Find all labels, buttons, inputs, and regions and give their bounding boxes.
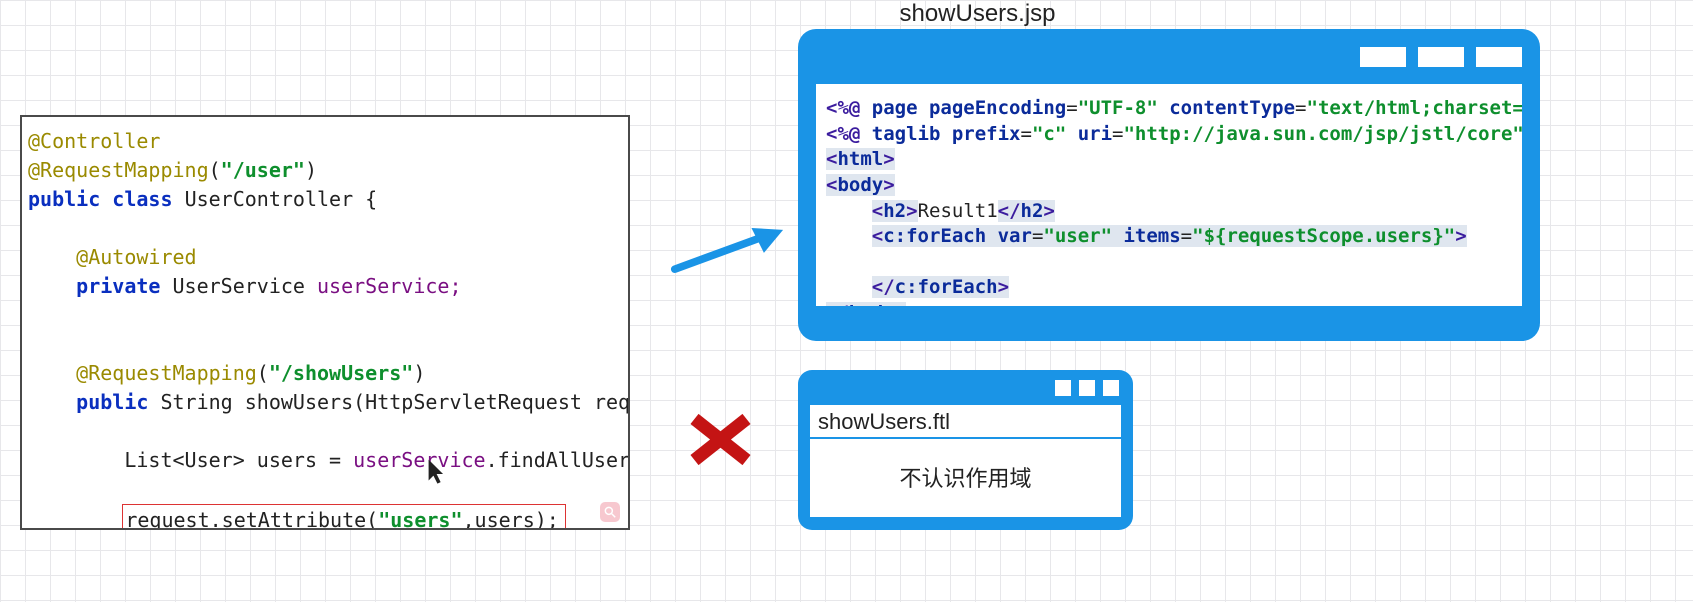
- arrow-icon: [670, 225, 785, 275]
- window-button-max-icon: [1418, 47, 1464, 67]
- diagram-canvas: showUsers.jsp @Controller @RequestMappin…: [0, 0, 1693, 602]
- ftl-file-title: showUsers.ftl: [810, 405, 1121, 437]
- service-field: userService;: [317, 274, 462, 298]
- window-button-close-icon: [1476, 47, 1522, 67]
- annotation-request-mapping-method: @RequestMapping: [76, 361, 257, 385]
- ftl-window-titlebar: [798, 370, 1133, 405]
- setattr-key: "users": [378, 508, 462, 530]
- setattr-suffix: ,users);: [463, 508, 559, 530]
- jsp-file-title: showUsers.jsp: [835, 0, 1120, 28]
- magnifier-icon: [600, 502, 620, 522]
- return-type: String: [160, 390, 232, 414]
- list-declaration: List<User> users =: [124, 448, 353, 472]
- annotation-autowired: @Autowired: [76, 245, 196, 269]
- keyword-class: class: [112, 187, 172, 211]
- annotation-controller: @Controller: [28, 129, 160, 153]
- window-button-max-icon: [1079, 380, 1095, 396]
- jsp-code-body: <%@ page pageEncoding="UTF-8" contentTyp…: [816, 84, 1522, 306]
- keyword-public-2: public: [76, 390, 148, 414]
- window-button-close-icon: [1103, 380, 1119, 396]
- class-name: UserController {: [185, 187, 378, 211]
- jsp-window: <%@ page pageEncoding="UTF-8" contentTyp…: [798, 29, 1540, 341]
- path-class: "/user": [221, 158, 305, 182]
- highlighted-setattribute-line: request.setAttribute("users",users);: [122, 504, 566, 530]
- mouse-cursor-icon: [408, 435, 427, 493]
- jsp-window-buttons: [1360, 47, 1522, 67]
- window-button-min-icon: [1360, 47, 1406, 67]
- method-signature: showUsers(HttpServletRequest request) {: [245, 390, 630, 414]
- service-call-rest: .findAllUsers();: [486, 448, 630, 472]
- keyword-private: private: [76, 274, 160, 298]
- window-button-min-icon: [1055, 380, 1071, 396]
- java-code-box: @Controller @RequestMapping("/user") pub…: [20, 115, 630, 530]
- x-mark-icon: [688, 412, 753, 467]
- ftl-body-text: 不认识作用域: [810, 437, 1121, 517]
- path-method: "/showUsers": [269, 361, 414, 385]
- jsp-window-titlebar: [798, 29, 1540, 84]
- setattr-prefix: request.setAttribute(: [125, 508, 378, 530]
- jsp-h2-text: Result1: [918, 200, 998, 222]
- service-type: UserService: [173, 274, 305, 298]
- annotation-request-mapping-class: @RequestMapping: [28, 158, 209, 182]
- ftl-window-buttons: [1055, 380, 1119, 396]
- ftl-window: showUsers.ftl 不认识作用域: [798, 370, 1133, 530]
- keyword-public: public: [28, 187, 100, 211]
